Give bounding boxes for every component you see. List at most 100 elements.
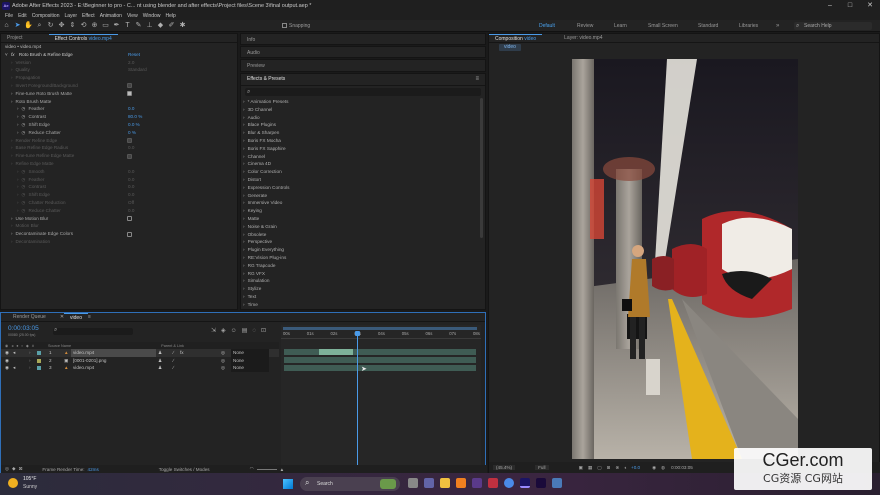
render-time-toggle-icon[interactable]: ◎ [5,466,9,472]
effect-property-row[interactable]: › ◷ Chatter Reduction Off [1,199,237,207]
effects-category-item[interactable]: › * Animation Presets [243,98,485,106]
comp-subtab-video[interactable]: video [499,44,521,51]
effect-header[interactable]: ˅ fx Roto Brush & Refine Edge Reset [1,51,237,59]
show-snapshot-icon[interactable]: ◍ [661,465,665,471]
effect-property-value[interactable]: 0.0 % [128,121,140,129]
effect-property-value[interactable]: 0.0 [128,191,134,199]
workspace-libraries[interactable]: Libraries [739,20,758,32]
tab-timeline-video[interactable]: video [64,312,88,322]
effect-property-value[interactable]: Standard [128,66,147,74]
pan-behind-tool-icon[interactable]: ⊕ [90,21,99,30]
stopwatch-icon[interactable]: ◷ [22,106,26,111]
orbit-tool-icon[interactable]: ↻ [46,21,55,30]
menu-view[interactable]: View [127,12,138,20]
effect-property-checkbox[interactable] [127,91,132,97]
effect-property-row[interactable]: › Invert Foreground/Background [1,82,237,90]
chevron-right-icon[interactable]: › [17,122,19,127]
grid-guides-icon[interactable]: ⊞ [607,465,611,471]
audio-panel-title[interactable]: Audio [241,50,266,56]
chevron-right-icon[interactable]: › [17,114,19,119]
after-effects-icon[interactable] [520,478,530,488]
effects-category-item[interactable]: › Blur & Sharpen [243,129,485,137]
roto-span-bar[interactable] [319,349,353,355]
exposure-icon[interactable]: ◐ [624,465,627,470]
resolution-dropdown[interactable]: Full [535,465,549,470]
chevron-right-icon[interactable]: › [11,161,13,166]
photos-icon[interactable] [552,478,562,488]
effect-property-row[interactable]: › Fine-tune Refine Edge Matte [1,152,237,160]
weather-description[interactable]: Sunny [23,484,37,490]
effects-category-item[interactable]: › Perspective [243,238,485,246]
tab-project[interactable]: Project [1,34,29,43]
stopwatch-icon[interactable]: ◷ [22,200,26,205]
tab-render-queue[interactable]: Render Queue [7,313,52,322]
chevron-right-icon[interactable]: › [11,231,13,236]
effects-category-item[interactable]: › Immersive Video [243,199,485,207]
effect-property-row[interactable]: › Use Motion Blur [1,215,237,223]
parent-dropdown[interactable]: None [231,356,269,365]
effect-property-value[interactable]: 80.0 % [128,113,142,121]
minimize-button[interactable]: – [820,0,840,12]
pan-tool-icon[interactable]: ✥ [57,21,66,30]
stopwatch-icon[interactable]: ◷ [22,208,26,213]
visibility-icon[interactable]: ◉ [5,349,9,357]
weather-temperature[interactable]: 105°F [23,476,36,482]
chevron-right-icon[interactable]: › [17,192,19,197]
pen-switch-icon[interactable]: ∕ [173,349,174,357]
effect-property-row[interactable]: › Quality Standard [1,66,237,74]
pen-switch-icon[interactable]: ∕ [173,364,174,372]
zoom-tool-icon[interactable]: ⌕ [35,21,44,30]
expand-icon[interactable]: › [29,364,31,372]
taskbar-search-box[interactable]: ⌕ Search [300,477,400,491]
info-panel-title[interactable]: Info [241,37,261,43]
effect-property-row[interactable]: › ◷ Feather 0.0 [1,176,237,184]
effect-property-row[interactable]: › Fine-tune Roto Brush Matte [1,90,237,98]
chrome-icon[interactable] [504,478,514,488]
task-view-icon[interactable] [408,478,418,488]
effect-property-row[interactable]: › Decontamination [1,238,237,246]
start-windows-icon[interactable] [283,479,293,489]
pen-tool-icon[interactable]: ✒ [112,21,121,30]
channel-icon[interactable]: ⊗ [615,465,619,471]
chevron-right-icon[interactable]: › [11,145,13,150]
effects-category-item[interactable]: › Generate [243,192,485,200]
effect-property-row[interactable]: › Refine Edge Matte [1,160,237,168]
chevron-right-icon[interactable]: › [17,200,19,205]
effect-property-checkbox[interactable] [127,153,132,159]
maximize-button[interactable]: □ [840,0,860,12]
chevron-right-icon[interactable]: › [17,208,19,213]
audio-icon[interactable]: ◂ [13,364,15,372]
effects-scrollbar[interactable] [480,98,483,238]
pen-switch-icon[interactable]: ∕ [173,357,174,365]
clone-stamp-tool-icon[interactable]: ⊥ [145,21,154,30]
draft-3d-icon[interactable]: ◈ [221,327,226,334]
shy-switch-icon[interactable]: ♟ [158,357,162,365]
eraser-tool-icon[interactable]: ◆ [156,21,165,30]
chevron-right-icon[interactable]: › [11,223,13,228]
effects-category-item[interactable]: › 3D Channel [243,106,485,114]
menu-layer[interactable]: Layer [64,12,77,20]
effect-property-checkbox[interactable] [127,231,132,237]
effects-category-item[interactable]: › Obsolete [243,231,485,239]
effects-search-input[interactable]: ⌕ [245,88,481,96]
tab-effect-controls[interactable]: Effect Controls video.mp4 [48,33,118,43]
effects-category-item[interactable]: › Audio [243,114,485,122]
table-row[interactable]: ◉ ◂ › 3 ▲ video.mp4 ♟ ∕ ◎ None [1,364,279,372]
stopwatch-icon[interactable]: ◷ [22,130,26,135]
effect-property-row[interactable]: › ◷ Smooth 0.0 [1,168,237,176]
effects-category-item[interactable]: › Stylize [243,285,485,293]
chevron-right-icon[interactable]: › [17,184,19,189]
app-icon[interactable] [472,478,482,488]
panel-menu-icon[interactable]: ≡ [475,76,479,82]
effect-property-value[interactable]: 0.0 [128,168,134,176]
preview-panel-title[interactable]: Preview [241,63,271,69]
roto-brush-tool-icon[interactable]: ✐ [167,21,176,30]
magnification-dropdown[interactable]: (45.4%) [493,465,516,470]
effect-property-checkbox[interactable] [127,83,132,89]
effects-category-item[interactable]: › Noise & Grain [243,223,485,231]
type-tool-icon[interactable]: T [123,21,132,30]
effects-toggle-icon[interactable]: ⊠ [19,466,23,472]
rotate-tool-icon[interactable]: ⟲ [79,21,88,30]
shy-switch-icon[interactable]: ♟ [158,364,162,372]
color-toggle-icon[interactable]: ◆ [12,466,16,472]
